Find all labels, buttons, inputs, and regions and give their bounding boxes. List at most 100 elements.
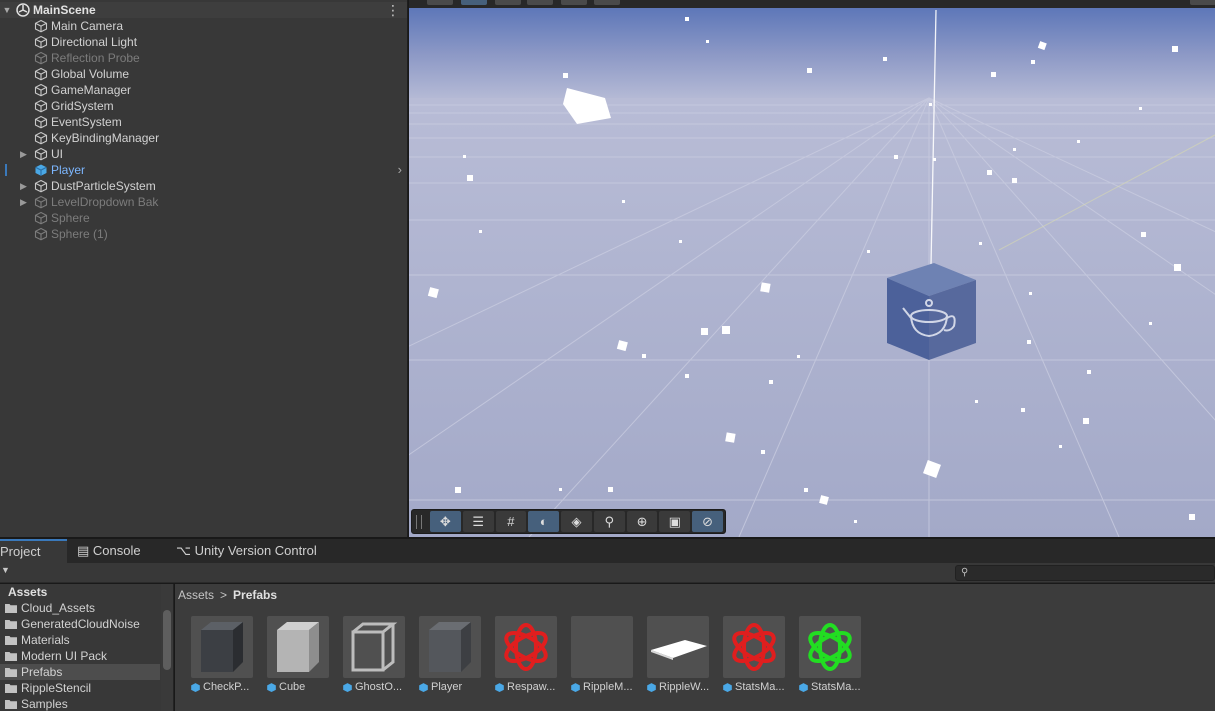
folder-icon <box>5 652 17 661</box>
lighting-icon[interactable]: ◐ <box>528 511 560 532</box>
selection-indicator <box>5 164 7 176</box>
breadcrumb-root[interactable]: Assets <box>178 588 214 602</box>
search-icon: ⚲ <box>961 567 969 578</box>
scene-header[interactable]: ▼ MainScene ⋮ <box>0 2 407 18</box>
gameobject-icon <box>34 67 48 81</box>
asset-item[interactable]: GhostO... <box>342 616 406 696</box>
hierarchy-item-key-binding-manager[interactable]: KeyBindingManager <box>0 130 407 146</box>
folder-label: Modern UI Pack <box>21 649 108 663</box>
gameobject-icon <box>34 19 48 33</box>
hierarchy-item-sphere-1[interactable]: Sphere (1) <box>0 226 407 242</box>
player-cube[interactable] <box>887 263 976 360</box>
hierarchy-item-label: DustParticleSystem <box>51 179 156 193</box>
folder-label: GeneratedCloudNoise <box>21 617 140 631</box>
sky <box>409 0 1215 100</box>
project-search-input[interactable]: ⚲ <box>955 565 1215 581</box>
scene-tool-button[interactable] <box>594 0 620 5</box>
folder-prefabs[interactable]: Prefabs <box>0 664 160 680</box>
hierarchy-item-label: EventSystem <box>51 115 122 129</box>
layers-icon[interactable]: ◈ <box>561 511 592 532</box>
toolbar-drag-handle[interactable] <box>416 514 422 529</box>
grid-icon[interactable]: # <box>495 511 527 532</box>
gameobject-icon <box>34 83 48 97</box>
folder-icon <box>5 604 17 613</box>
tree-scrollbar[interactable] <box>161 584 173 711</box>
hierarchy-item-ui[interactable]: ▶ UI <box>0 146 407 162</box>
breadcrumb-current[interactable]: Prefabs <box>233 588 277 602</box>
asset-label: GhostO... <box>355 681 403 693</box>
hierarchy-item-game-manager[interactable]: GameManager <box>0 82 407 98</box>
hierarchy-item-directional-light[interactable]: Directional Light <box>0 34 407 50</box>
gameobject-icon <box>34 179 48 193</box>
asset-item[interactable]: RippleW... <box>646 616 710 696</box>
tab-version-control[interactable]: ⌥ Unity Version Control <box>176 539 317 563</box>
hierarchy-item-label: Player <box>51 163 86 177</box>
prefab-icon <box>647 682 656 692</box>
chevron-right-icon[interactable]: › <box>398 162 402 177</box>
folder-modern-ui-pack[interactable]: Modern UI Pack <box>0 648 160 664</box>
folder-ripple-stencil[interactable]: RippleStencil <box>0 680 160 696</box>
asset-item[interactable]: CheckP... <box>190 616 254 696</box>
project-toolbar: ▼ ⚲ <box>0 563 1215 583</box>
hierarchy-panel: ▼ MainScene ⋮ Main Camera Directional Li… <box>0 0 408 537</box>
expand-arrow-icon[interactable]: ▶ <box>20 181 27 192</box>
hierarchy-item-label: Sphere (1) <box>51 227 108 241</box>
compass-icon[interactable]: ⊘ <box>692 511 723 532</box>
tree-root-assets[interactable]: Assets <box>0 584 160 600</box>
asset-item[interactable]: Cube <box>266 616 330 696</box>
scene-tool-button[interactable] <box>527 0 553 5</box>
hierarchy-item-dust-particle-system[interactable]: ▶ DustParticleSystem <box>0 178 407 194</box>
hierarchy-item-main-camera[interactable]: Main Camera <box>0 18 407 34</box>
folder-samples[interactable]: Samples <box>0 696 160 711</box>
scene-top-toolbar <box>409 0 1215 8</box>
hierarchy-item-global-volume[interactable]: Global Volume <box>0 66 407 82</box>
scrollbar-thumb[interactable] <box>163 610 171 670</box>
kebab-menu-icon[interactable]: ⋮ <box>386 3 400 17</box>
folder-generated-cloud-noise[interactable]: GeneratedCloudNoise <box>0 616 160 632</box>
asset-item[interactable]: StatsMa... <box>722 616 786 696</box>
fold-arrow-icon[interactable]: ▼ <box>0 5 14 15</box>
folder-materials[interactable]: Materials <box>0 632 160 648</box>
hierarchy-item-level-dropdown-bak[interactable]: ▶ LevelDropdown Bak <box>0 194 407 210</box>
hierarchy-item-grid-system[interactable]: GridSystem <box>0 98 407 114</box>
folder-cloud-assets[interactable]: Cloud_Assets <box>0 600 160 616</box>
scene-viewport[interactable] <box>409 0 1215 537</box>
asset-name: StatsMa... <box>798 680 874 694</box>
settings-sliders-icon[interactable]: ☰ <box>462 511 494 532</box>
dropdown-arrow-icon[interactable]: ▼ <box>1 565 10 575</box>
asset-label: RippleM... <box>583 681 633 693</box>
hierarchy-item-player[interactable]: Player › <box>0 162 407 178</box>
gameobject-icon <box>34 115 48 129</box>
hierarchy-item-event-system[interactable]: EventSystem <box>0 114 407 130</box>
prefab-icon <box>419 682 428 692</box>
search-icon[interactable]: ⚲ <box>593 511 625 532</box>
hierarchy-item-sphere[interactable]: Sphere <box>0 210 407 226</box>
scene-view[interactable] <box>409 0 1215 537</box>
tab-project[interactable]: Project <box>0 539 67 563</box>
asset-item[interactable]: Player <box>418 616 482 696</box>
scene-tool-button[interactable] <box>461 0 487 5</box>
asset-item[interactable]: RippleM... <box>570 616 634 696</box>
gameobject-icon <box>34 99 48 113</box>
hierarchy-item-reflection-probe[interactable]: Reflection Probe <box>0 50 407 66</box>
hierarchy-item-label: KeyBindingManager <box>51 131 160 145</box>
asset-thumbnail <box>647 616 709 678</box>
prefab-icon <box>343 682 352 692</box>
gizmo-icon[interactable]: ⊕ <box>626 511 658 532</box>
scene-tool-button[interactable] <box>561 0 587 5</box>
scene-tool-button[interactable] <box>1190 0 1215 5</box>
scene-tool-button[interactable] <box>427 0 453 5</box>
gameobject-icon <box>34 227 48 241</box>
asset-item[interactable]: Respaw... <box>494 616 558 696</box>
expand-arrow-icon[interactable]: ▶ <box>20 197 27 208</box>
asset-thumbnail <box>419 616 481 678</box>
prefab-icon <box>267 682 276 692</box>
ground-plane <box>409 98 1215 537</box>
asset-item[interactable]: StatsMa... <box>798 616 862 696</box>
gameobject-icon <box>34 51 48 65</box>
expand-arrow-icon[interactable]: ▶ <box>20 149 27 160</box>
tab-console[interactable]: ▤ Console <box>77 539 141 563</box>
move-tool-icon[interactable]: ✥ <box>429 511 461 532</box>
camera-icon[interactable]: ▣ <box>659 511 691 532</box>
scene-tool-button[interactable] <box>495 0 521 5</box>
